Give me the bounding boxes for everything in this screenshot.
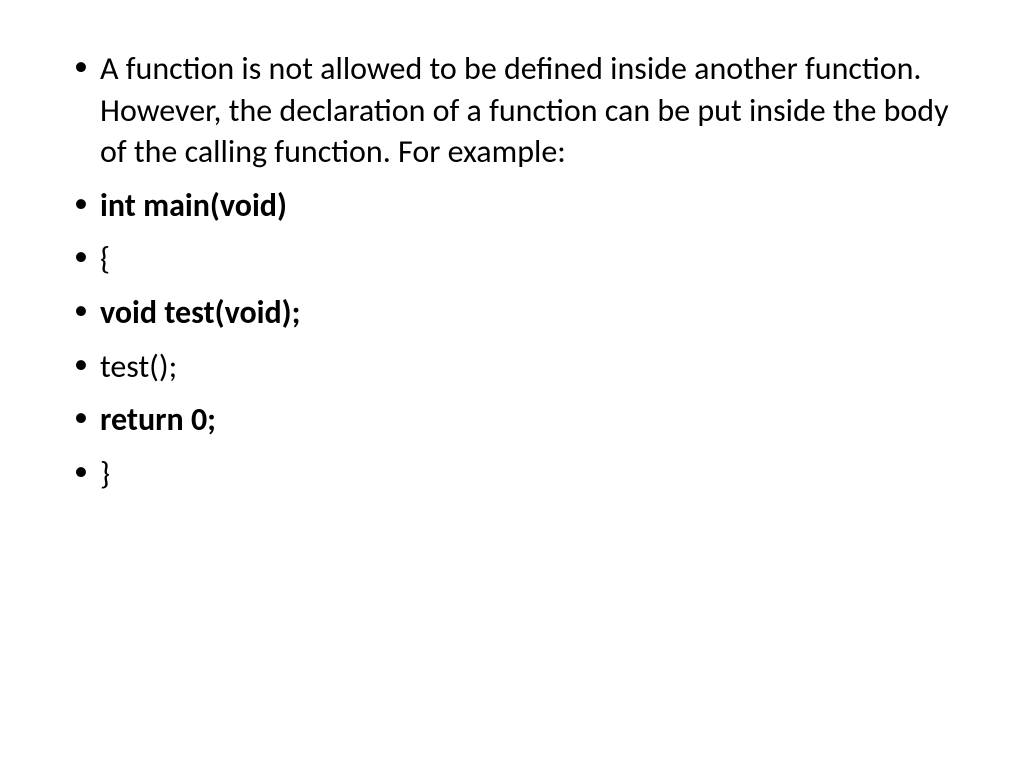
- bullet-text: test();: [100, 347, 177, 386]
- bullet-text: return 0;: [100, 400, 216, 439]
- list-item: int main(void): [70, 185, 964, 227]
- bullet-text: void test(void);: [100, 293, 300, 332]
- bullet-text: A function is not allowed to be defined …: [100, 49, 949, 171]
- bullet-text: }: [100, 454, 110, 493]
- list-item: {: [70, 238, 964, 280]
- list-item: }: [70, 453, 964, 495]
- bullet-list: A function is not allowed to be defined …: [70, 48, 964, 494]
- list-item: void test(void);: [70, 292, 964, 334]
- list-item: return 0;: [70, 399, 964, 441]
- bullet-text: int main(void): [100, 186, 287, 225]
- list-item: test();: [70, 346, 964, 388]
- list-item: A function is not allowed to be defined …: [70, 48, 964, 173]
- bullet-text: {: [100, 239, 110, 278]
